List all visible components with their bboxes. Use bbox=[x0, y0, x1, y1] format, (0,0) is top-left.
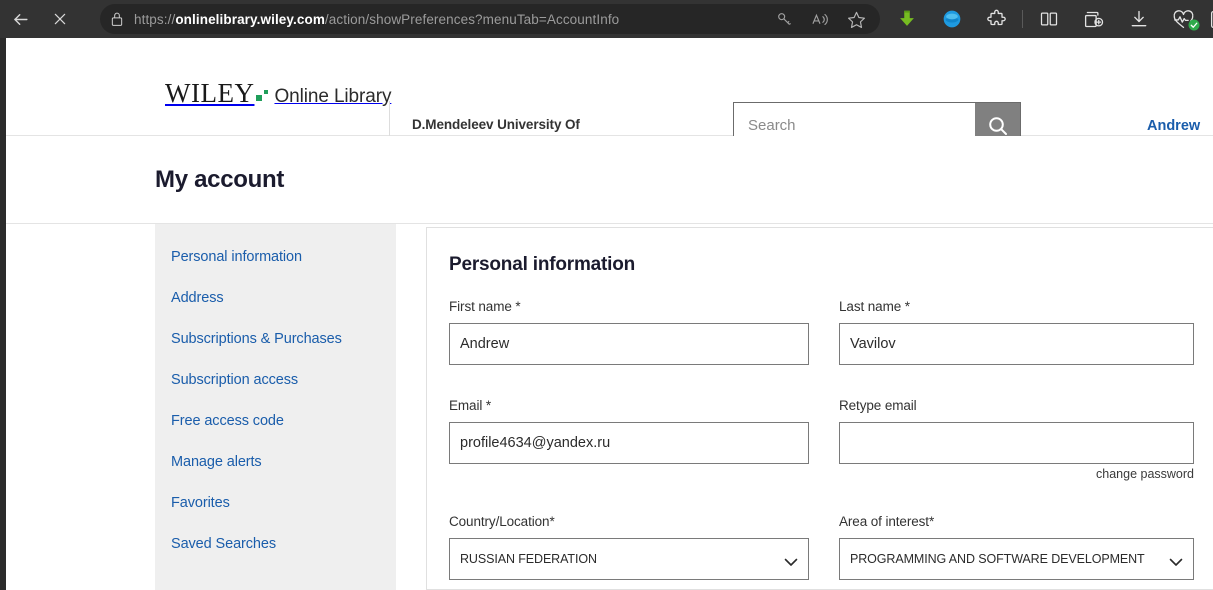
browser-toolbar: https://onlinelibrary.wiley.com/action/s… bbox=[0, 0, 1213, 38]
url-path: /action/showPreferences?menuTab=AccountI… bbox=[324, 11, 620, 27]
user-account-link[interactable]: Andrew bbox=[1147, 118, 1200, 134]
key-icon[interactable] bbox=[766, 4, 802, 34]
blue-circle-icon[interactable] bbox=[929, 0, 974, 38]
green-download-arrow-icon[interactable] bbox=[884, 0, 929, 38]
wiley-online-library-logo[interactable]: WILEY Online Library bbox=[165, 78, 391, 109]
sidebar-item-free-access-code[interactable]: Free access code bbox=[155, 400, 396, 441]
retype-email-input[interactable] bbox=[839, 422, 1194, 464]
sidebar-item-subscriptions-purchases[interactable]: Subscriptions & Purchases bbox=[155, 318, 396, 359]
institution-name: D.Mendeleev University Of bbox=[412, 117, 580, 132]
last-name-input[interactable] bbox=[839, 323, 1194, 365]
last-name-field: Last name * bbox=[839, 299, 1194, 365]
sidebar-item-subscription-access[interactable]: Subscription access bbox=[155, 359, 396, 400]
country-select[interactable]: RUSSIAN FEDERATION bbox=[449, 538, 809, 580]
read-aloud-icon[interactable] bbox=[802, 4, 838, 34]
form-spacer bbox=[449, 488, 809, 514]
url-scheme: https:// bbox=[134, 11, 176, 27]
account-body: Personal information Address Subscriptio… bbox=[6, 224, 1213, 590]
sidebar-item-saved-searches[interactable]: Saved Searches bbox=[155, 523, 396, 564]
extensions-puzzle-icon[interactable] bbox=[974, 0, 1019, 38]
retype-email-field: Retype email change password bbox=[839, 398, 1194, 481]
downloads-icon[interactable] bbox=[1116, 0, 1161, 38]
stop-button[interactable] bbox=[40, 0, 80, 38]
page-viewport: WILEY Online Library D.Mendeleev Univers… bbox=[6, 38, 1213, 590]
sidebar-item-personal-information[interactable]: Personal information bbox=[155, 236, 396, 277]
sidebar-item-address[interactable]: Address bbox=[155, 277, 396, 318]
back-button[interactable] bbox=[0, 0, 40, 38]
collections-add-icon[interactable] bbox=[1071, 0, 1116, 38]
logo-wordmark: WILEY bbox=[165, 78, 255, 108]
email-label: Email * bbox=[449, 398, 492, 413]
email-input[interactable] bbox=[449, 422, 809, 464]
profile-icon[interactable] bbox=[1206, 0, 1213, 38]
browser-essentials-heartbeat-icon[interactable] bbox=[1161, 0, 1206, 38]
site-header: WILEY Online Library D.Mendeleev Univers… bbox=[6, 38, 1213, 153]
address-bar[interactable]: https://onlinelibrary.wiley.com/action/s… bbox=[100, 4, 880, 34]
favorite-star-icon[interactable] bbox=[838, 4, 874, 34]
page-title-band: My account bbox=[6, 136, 1213, 224]
url-host: onlinelibrary.wiley.com bbox=[175, 11, 325, 27]
sidebar-item-manage-alerts[interactable]: Manage alerts bbox=[155, 441, 396, 482]
personal-information-form: First name * Last name * Email * Retype … bbox=[449, 299, 1194, 587]
first-name-input[interactable] bbox=[449, 323, 809, 365]
form-spacer bbox=[449, 372, 809, 398]
url-text: https://onlinelibrary.wiley.com/action/s… bbox=[134, 12, 619, 27]
form-spacer bbox=[839, 488, 1194, 514]
sidebar-item-favorites[interactable]: Favorites bbox=[155, 482, 396, 523]
country-label: Country/Location* bbox=[449, 514, 555, 529]
wiley-dots-icon bbox=[256, 87, 271, 101]
browser-extension-icons bbox=[884, 0, 1213, 38]
area-of-interest-select[interactable]: PROGRAMMING AND SOFTWARE DEVELOPMENT bbox=[839, 538, 1194, 580]
area-of-interest-field: Area of interest* PROGRAMMING AND SOFTWA… bbox=[839, 514, 1194, 580]
logo-suffix: Online Library bbox=[274, 86, 392, 107]
last-name-label: Last name * bbox=[839, 299, 910, 314]
split-screen-icon[interactable] bbox=[1026, 0, 1071, 38]
email-field: Email * bbox=[449, 398, 809, 481]
form-spacer bbox=[839, 372, 1194, 398]
lock-icon bbox=[100, 11, 134, 27]
page-title: My account bbox=[155, 166, 285, 193]
toolbar-separator bbox=[1022, 10, 1023, 28]
first-name-field: First name * bbox=[449, 299, 809, 365]
area-of-interest-label: Area of interest* bbox=[839, 514, 935, 529]
personal-information-panel: Personal information First name * Last n… bbox=[426, 227, 1213, 590]
country-field: Country/Location* RUSSIAN FEDERATION bbox=[449, 514, 809, 580]
change-password-link[interactable]: change password bbox=[839, 467, 1194, 481]
section-title: Personal information bbox=[449, 254, 636, 275]
first-name-label: First name * bbox=[449, 299, 521, 314]
account-sidebar: Personal information Address Subscriptio… bbox=[155, 224, 396, 590]
retype-email-label: Retype email bbox=[839, 398, 917, 413]
